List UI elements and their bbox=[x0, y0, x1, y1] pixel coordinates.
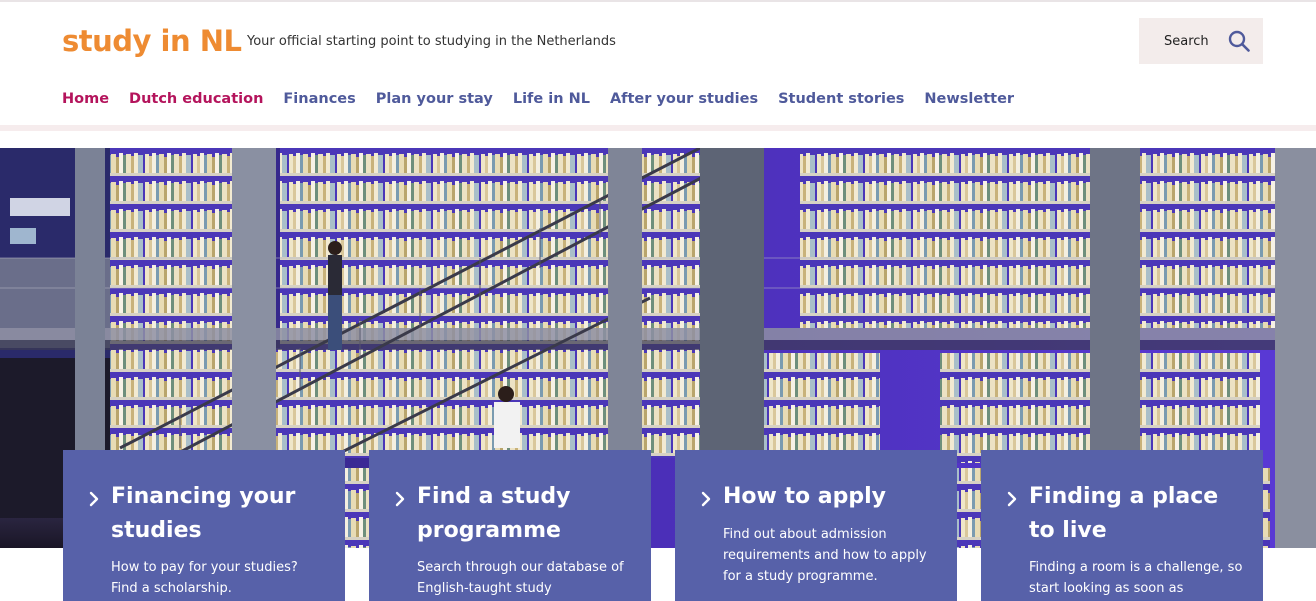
card-title: How to apply bbox=[723, 484, 887, 509]
card-how-to-apply[interactable]: How to apply Find out about admission re… bbox=[675, 450, 957, 601]
site-tagline: Your official starting point to studying… bbox=[247, 34, 616, 49]
nav-item-dutch-education[interactable]: Dutch education bbox=[129, 91, 263, 107]
search-button[interactable]: Search bbox=[1139, 18, 1263, 64]
chevron-right-icon bbox=[701, 491, 711, 507]
main-nav: Home Dutch education Finances Plan your … bbox=[62, 91, 1034, 107]
search-label: Search bbox=[1164, 34, 1209, 49]
card-finding-place[interactable]: Finding a place to live Finding a room i… bbox=[981, 450, 1263, 601]
card-title: Finding a place to live bbox=[1029, 484, 1219, 543]
person-on-stairs bbox=[328, 241, 342, 350]
top-border bbox=[0, 0, 1316, 2]
card-description: Finding a room is a challenge, so start … bbox=[1029, 560, 1243, 596]
chevron-right-icon bbox=[395, 491, 405, 507]
nav-item-student-stories[interactable]: Student stories bbox=[778, 91, 904, 107]
nav-item-home[interactable]: Home bbox=[62, 91, 109, 107]
nav-item-plan-your-stay[interactable]: Plan your stay bbox=[376, 91, 493, 107]
nav-item-finances[interactable]: Finances bbox=[283, 91, 355, 107]
card-title: Financing your studies bbox=[111, 484, 296, 543]
nav-item-newsletter[interactable]: Newsletter bbox=[924, 91, 1014, 107]
nav-item-life-in-nl[interactable]: Life in NL bbox=[513, 91, 590, 107]
card-description: Search through our database of English-t… bbox=[417, 560, 624, 596]
search-icon bbox=[1228, 30, 1250, 52]
chevron-right-icon bbox=[1007, 491, 1017, 507]
card-description: Find out about admission requirements an… bbox=[723, 527, 927, 584]
nav-divider bbox=[0, 125, 1316, 131]
card-description: How to pay for your studies? Find a scho… bbox=[111, 560, 298, 596]
site-logo[interactable]: study in NL bbox=[62, 24, 242, 58]
chevron-right-icon bbox=[89, 491, 99, 507]
card-title: Find a study programme bbox=[417, 484, 571, 543]
card-financing[interactable]: Financing your studies How to pay for yo… bbox=[63, 450, 345, 601]
card-find-programme[interactable]: Find a study programme Search through ou… bbox=[369, 450, 651, 601]
nav-item-after-your-studies[interactable]: After your studies bbox=[610, 91, 758, 107]
